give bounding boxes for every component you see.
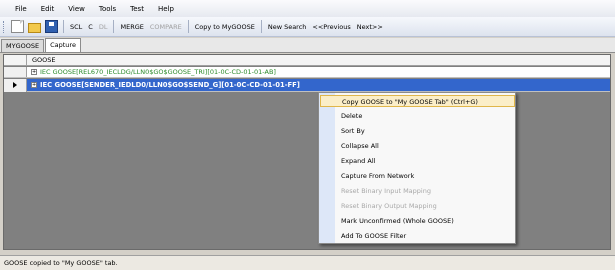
tab-mygoose[interactable]: MYGOOSE [1,39,45,52]
expand-plus-icon[interactable]: + [31,82,37,88]
menu-item-label: Copy GOOSE to "My GOOSE Tab" (Ctrl+G) [342,98,478,106]
menu-item-expand-all[interactable]: Expand All [320,155,515,167]
compare-button: COMPARE [149,22,182,31]
c-button[interactable]: C [85,23,96,31]
expand-plus-icon[interactable]: + [31,69,37,75]
goose-row-text: IEC GOOSE[REL670_IECLDG/LLN0$GO$GOOSE_TR… [40,68,276,76]
toolbar-separator [113,20,115,33]
context-menu: Copy GOOSE to "My GOOSE Tab" (Ctrl+G) De… [318,92,516,244]
menu-edit[interactable]: Edit [34,5,62,13]
scl-button[interactable]: SCL [67,23,85,31]
menu-item-label: Reset Binary Output Mapping [341,202,437,210]
menu-item-label: Capture From Network [341,172,415,180]
menu-item-copy-goose[interactable]: Copy GOOSE to "My GOOSE Tab" (Ctrl+G) [320,95,515,107]
menu-item-sort-by[interactable]: Sort By [320,125,515,137]
grid-corner [4,55,27,66]
copy-to-mygoose-button[interactable]: Copy to MyGOOSE [192,23,258,31]
menu-item-label: Expand All [341,157,376,165]
menu-item-capture-from-network[interactable]: Capture From Network [320,170,515,182]
grid-header: GOOSE [4,55,610,66]
menu-item-add-to-goose-filter[interactable]: Add To GOOSE Filter [320,230,515,242]
column-header-goose[interactable]: GOOSE [32,56,56,64]
open-folder-icon[interactable] [28,22,41,33]
goose-row-text: IEC GOOSE[SENDER_IEDLD0/LLN0$GO$SEND_G][… [40,81,300,89]
menu-item-collapse-all[interactable]: Collapse All [320,140,515,152]
row-header[interactable] [4,67,27,77]
previous-button[interactable]: <<Previous [309,23,353,31]
toolbar-separator [260,20,262,33]
table-row-selected[interactable]: + IEC GOOSE[SENDER_IEDLD0/LLN0$GO$SEND_G… [4,79,610,92]
menu-item-label: Mark Unconfirmed (Whole GOOSE) [341,217,454,225]
tab-capture[interactable]: Capture [45,38,81,52]
menu-file[interactable]: File [8,5,34,13]
next-button[interactable]: Next>> [354,23,386,31]
menu-item-label: Collapse All [341,142,379,150]
new-file-icon[interactable] [11,20,24,33]
row-header[interactable] [4,79,27,92]
toolbar-separator [187,20,189,33]
menu-tools[interactable]: Tools [92,5,123,13]
menu-help[interactable]: Help [151,5,181,13]
toolbar-separator [63,20,64,33]
table-row[interactable]: + IEC GOOSE[REL670_IECLDG/LLN0$GO$GOOSE_… [4,67,610,78]
status-text: GOOSE copied to "My GOOSE" tab. [4,259,118,267]
save-disk-icon[interactable] [45,20,58,33]
menu-item-delete[interactable]: Delete [320,110,515,122]
menu-item-reset-binary-output: Reset Binary Output Mapping [320,200,515,212]
tab-strip: MYGOOSE Capture [0,38,615,53]
menu-test[interactable]: Test [123,5,151,13]
menu-item-reset-binary-input: Reset Binary Input Mapping [320,185,515,197]
menu-view[interactable]: View [61,5,92,13]
current-row-arrow-icon [13,82,17,88]
goose-grid: GOOSE + IEC GOOSE[REL670_IECLDG/LLN0$GO$… [3,54,611,250]
menu-item-label: Reset Binary Input Mapping [341,187,431,195]
toolbar-grip[interactable] [3,20,6,33]
merge-button[interactable]: MERGE [117,23,146,31]
toolbar: SCL C DL MERGE COMPARE Copy to MyGOOSE N… [0,17,615,37]
menu-item-mark-unconfirmed[interactable]: Mark Unconfirmed (Whole GOOSE) [320,215,515,227]
dl-button: DL [98,22,108,31]
new-search-button[interactable]: New Search [265,23,310,31]
menu-item-label: Delete [341,112,363,120]
status-bar: GOOSE copied to "My GOOSE" tab. [0,255,615,270]
menu-item-label: Sort By [341,127,365,135]
menu-item-label: Add To GOOSE Filter [341,232,407,240]
menu-bar: File Edit View Tools Test Help [0,0,615,17]
